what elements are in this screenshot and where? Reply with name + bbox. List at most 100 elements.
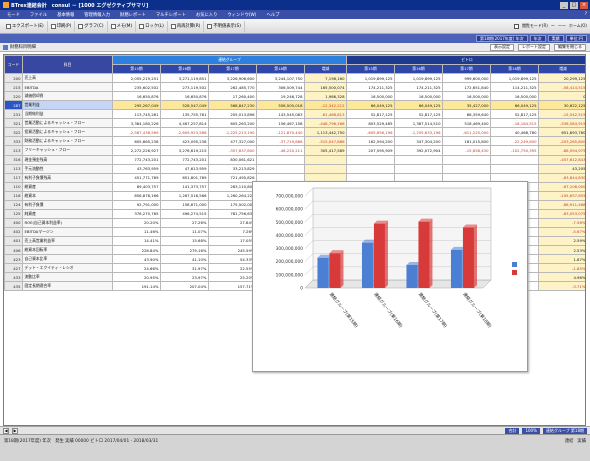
- table-cell[interactable]: -15,658,430: [442, 145, 491, 156]
- table-cell[interactable]: 52,817,125: [490, 109, 539, 120]
- table-cell[interactable]: 158,671,000: [160, 199, 209, 210]
- table-cell[interactable]: -67,106,000: [538, 181, 585, 192]
- table-cell[interactable]: 43,763,959: [112, 163, 161, 174]
- table-cell[interactable]: 89,403,757: [112, 181, 161, 192]
- table-cell[interactable]: 1,019,899,125: [394, 73, 443, 84]
- table-row[interactable]: 200 売上高 2,055,219,251 3,271,119,851 3,226,90…: [4, 73, 585, 84]
- table-cell[interactable]: 20,299,125: [538, 73, 585, 84]
- table-cell[interactable]: 451,771,789: [112, 172, 161, 183]
- table-cell[interactable]: [346, 154, 395, 165]
- scenario-selector[interactable]: 実績: [547, 35, 564, 42]
- table-row[interactable]: 321 営業活動によるキャッシュ・フロー 3,384,180,226 4,467,25…: [4, 118, 585, 129]
- table-cell[interactable]: -605,656,196: [346, 127, 395, 138]
- table-cell[interactable]: 295,267,049: [112, 100, 161, 111]
- table-cell[interactable]: 31.97%: [160, 263, 209, 274]
- table-cell[interactable]: -102,750,395: [490, 145, 539, 156]
- unknown-value-button[interactable]: 不明値表示(S): [204, 20, 245, 32]
- table-cell[interactable]: -22,249,600: [490, 136, 539, 147]
- table-cell[interactable]: 207,595,909: [346, 145, 395, 156]
- table-cell[interactable]: -105,657,655: [538, 190, 585, 201]
- table-cell[interactable]: [490, 154, 539, 165]
- table-cell[interactable]: -1,225,213,190: [208, 127, 257, 138]
- menu-mode[interactable]: モード: [2, 12, 25, 18]
- table-cell[interactable]: 605,665,238: [112, 136, 161, 147]
- memo-button[interactable]: メモ(M): [108, 20, 137, 32]
- table-cell[interactable]: 174,211,325: [394, 82, 443, 93]
- view-mode-checkbox[interactable]: [513, 23, 519, 29]
- close-button[interactable]: ×: [580, 1, 588, 9]
- menu-multi-report[interactable]: マルチレポート: [151, 12, 191, 18]
- table-row[interactable]: 287 営業利益 295,267,049 528,547,049 568,847,230…: [4, 100, 585, 111]
- table-cell[interactable]: 68,359,640: [442, 109, 491, 120]
- table-cell[interactable]: 7.26%: [208, 226, 257, 237]
- table-cell[interactable]: 141,373,757: [160, 181, 209, 192]
- lock-button[interactable]: ロック(L): [136, 20, 168, 32]
- table-cell[interactable]: 174,211,325: [346, 82, 395, 93]
- table-cell[interactable]: 43,205: [538, 163, 585, 174]
- table-cell[interactable]: 54.33%: [208, 254, 257, 265]
- table-cell[interactable]: 2,055,219,251: [112, 73, 161, 84]
- report-settings-button[interactable]: レポート設定: [518, 43, 550, 51]
- table-cell[interactable]: 17,260,400: [208, 91, 257, 102]
- table-cell[interactable]: 27.26%: [160, 217, 209, 228]
- table-cell[interactable]: 23.97%: [160, 272, 209, 283]
- table-cell[interactable]: [394, 154, 443, 165]
- table-cell[interactable]: 305,417,589: [304, 145, 347, 156]
- table-cell[interactable]: 181,015,800: [442, 136, 491, 147]
- table-cell[interactable]: -86,911,468: [538, 199, 585, 210]
- menu-basic-info[interactable]: 基本情報: [52, 12, 79, 18]
- table-cell[interactable]: -63,053,075: [538, 208, 585, 219]
- table-cell[interactable]: 3,276,619,215: [160, 145, 209, 156]
- table-cell[interactable]: 3,244,107,750: [256, 73, 305, 84]
- table-cell[interactable]: 14.41%: [112, 235, 161, 246]
- table-row[interactable]: 220 減価償却費 16,650,876 16,650,876 17,260,400 19…: [4, 91, 585, 102]
- table-cell[interactable]: 772,743,201: [112, 154, 161, 165]
- table-cell[interactable]: [442, 163, 491, 174]
- table-cell[interactable]: 556,505,018: [256, 100, 305, 111]
- table-cell[interactable]: [256, 154, 305, 165]
- table-cell[interactable]: 157.71%: [208, 281, 257, 292]
- table-cell[interactable]: 52,817,125: [394, 109, 443, 120]
- table-cell[interactable]: -611,225,000: [442, 127, 491, 138]
- table-cell[interactable]: 17.05%: [208, 235, 257, 246]
- table-cell[interactable]: 772,743,201: [160, 154, 209, 165]
- table-cell[interactable]: 803,529,485: [346, 118, 395, 129]
- table-cell[interactable]: 11.07%: [160, 226, 209, 237]
- table-cell[interactable]: 1,260,264,221: [208, 190, 257, 201]
- menu-financial-report[interactable]: 財務レポート: [115, 12, 151, 18]
- table-cell[interactable]: 162,594,200: [346, 136, 395, 147]
- table-row[interactable]: 215 EBITDA 235,602,502 273,119,502 262,485,7…: [4, 82, 585, 93]
- table-cell[interactable]: 19,246,728: [256, 91, 305, 102]
- table-cell[interactable]: [490, 163, 539, 174]
- table-cell[interactable]: -37,719,686: [256, 136, 305, 147]
- table-cell[interactable]: 25.20%: [208, 272, 257, 283]
- table-cell[interactable]: 20.95%: [112, 272, 161, 283]
- table-cell[interactable]: 66,049,125: [490, 100, 539, 111]
- table-cell[interactable]: 2.59%: [538, 235, 585, 246]
- table-cell[interactable]: -121,870,440: [256, 127, 305, 138]
- table-cell[interactable]: 245.59%: [208, 244, 257, 256]
- table-cell[interactable]: -5.67%: [538, 226, 585, 237]
- table-cell[interactable]: 135,755,781: [160, 109, 209, 120]
- table-cell[interactable]: 3,226,906,600: [208, 73, 257, 84]
- maximize-button[interactable]: □: [570, 1, 578, 9]
- table-cell[interactable]: 175,502,000: [208, 199, 257, 210]
- table-cell[interactable]: -536,584,915: [538, 118, 585, 129]
- table-cell[interactable]: [442, 154, 491, 165]
- display-settings-button[interactable]: 表示設定: [490, 43, 514, 51]
- table-cell[interactable]: -7.56%: [538, 217, 585, 228]
- table-cell[interactable]: -58,414,515: [538, 82, 585, 93]
- table-cell[interactable]: [394, 163, 443, 174]
- period-selector[interactable]: 第18期(2017年度) 年次: [475, 35, 528, 42]
- table-cell[interactable]: 191.14%: [112, 281, 161, 292]
- table-cell[interactable]: 605,263,200: [208, 118, 257, 129]
- table-cell[interactable]: 16,500,000: [490, 91, 539, 102]
- table-cell[interactable]: -15,542,515: [538, 109, 585, 120]
- menu-window[interactable]: ウィンドウ(W): [222, 12, 261, 18]
- table-cell[interactable]: 263,110,800: [208, 181, 257, 192]
- table-cell[interactable]: [346, 163, 395, 174]
- table-cell[interactable]: 496,274,515: [160, 208, 209, 219]
- menu-favorites[interactable]: お気に入り: [191, 12, 222, 18]
- table-cell[interactable]: 306,509,744: [256, 82, 305, 93]
- table-cell[interactable]: 2.53%: [538, 244, 585, 256]
